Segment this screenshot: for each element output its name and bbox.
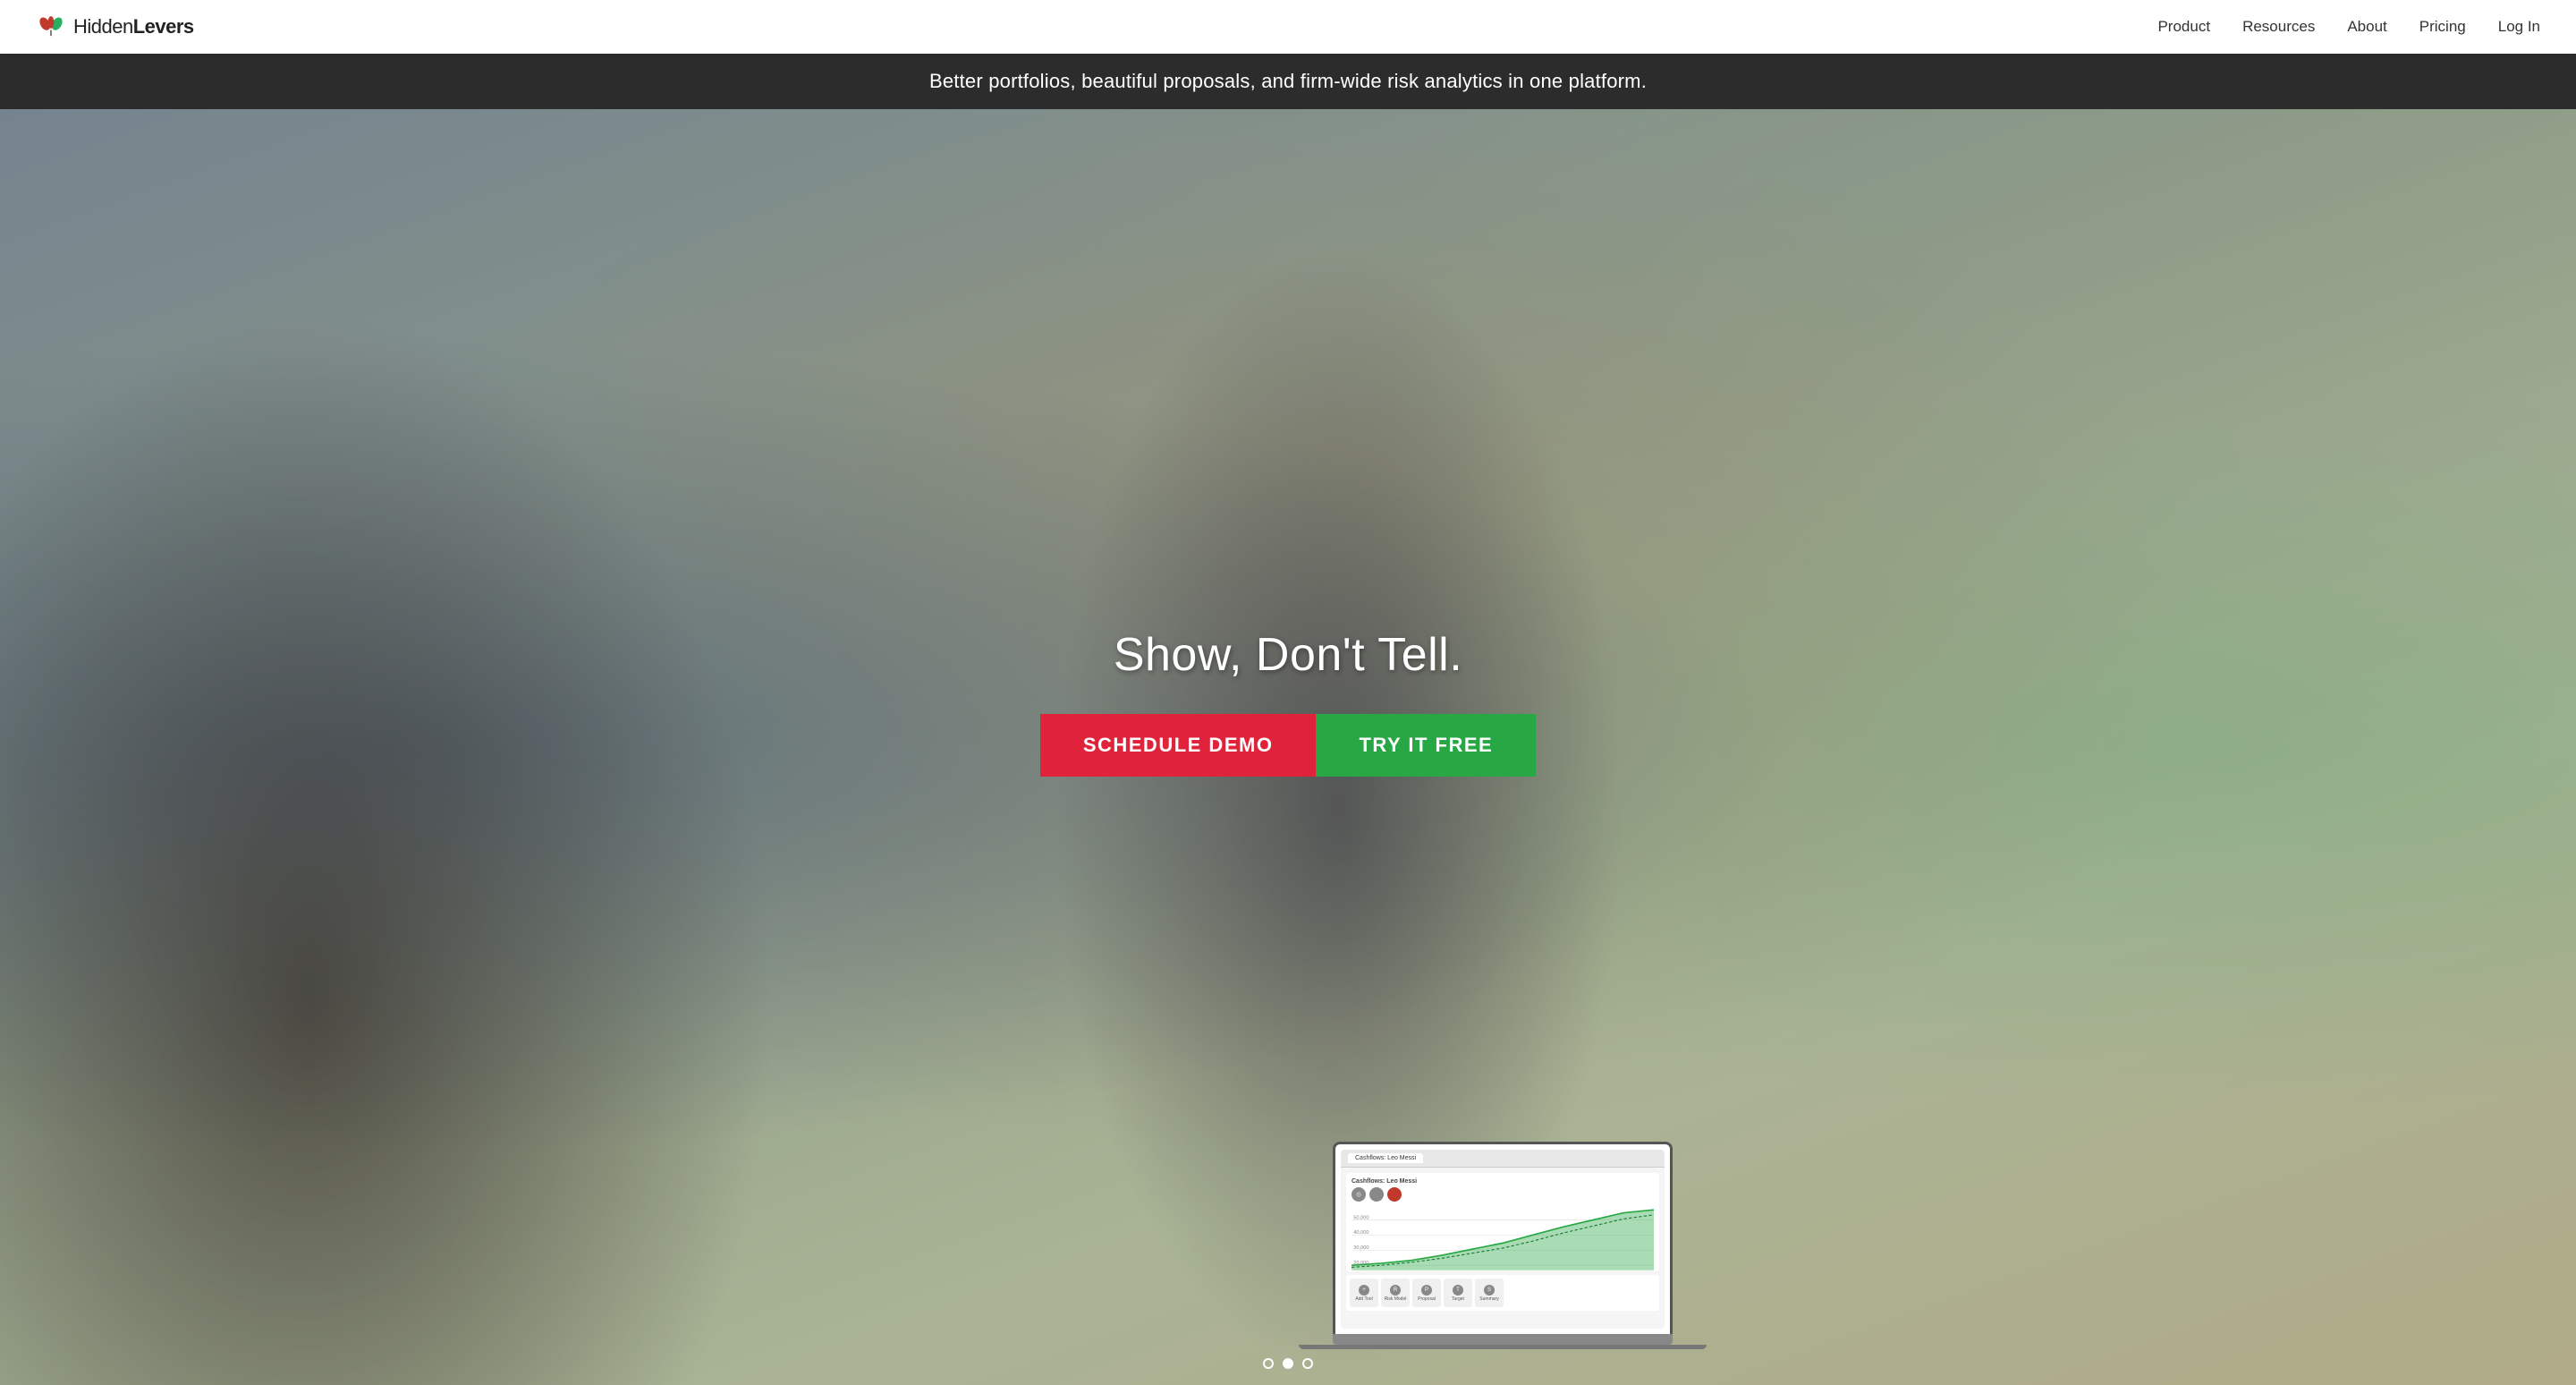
hero-buttons: SCHEDULE DEMO TRY IT FREE	[1040, 714, 1536, 777]
nav-item-pricing[interactable]: Pricing	[2419, 18, 2466, 36]
nav-link-product[interactable]: Product	[2157, 18, 2210, 35]
nav-link-pricing[interactable]: Pricing	[2419, 18, 2466, 35]
hero-section: Show, Don't Tell. SCHEDULE DEMO TRY IT F…	[0, 109, 2576, 1385]
schedule-demo-button[interactable]: SCHEDULE DEMO	[1040, 714, 1317, 777]
nav-link-resources[interactable]: Resources	[2242, 18, 2315, 35]
nav-link-login[interactable]: Log In	[2498, 18, 2540, 35]
nav-links: Product Resources About Pricing Log In	[2157, 18, 2540, 36]
announcement-bar: Better portfolios, beautiful proposals, …	[0, 54, 2576, 109]
hero-headline: Show, Don't Tell.	[1114, 628, 1462, 682]
try-it-free-button[interactable]: TRY IT FREE	[1316, 714, 1536, 777]
logo-text: HiddenLevers	[73, 15, 194, 38]
carousel-dot-2[interactable]	[1283, 1358, 1293, 1369]
nav-link-about[interactable]: About	[2347, 18, 2386, 35]
announcement-text: Better portfolios, beautiful proposals, …	[929, 70, 1647, 92]
nav-item-resources[interactable]: Resources	[2242, 18, 2315, 36]
carousel-dot-1[interactable]	[1263, 1358, 1274, 1369]
carousel-dot-3[interactable]	[1302, 1358, 1313, 1369]
logo-link[interactable]: HiddenLevers	[36, 12, 194, 42]
carousel-dots	[1263, 1358, 1313, 1369]
nav-item-about[interactable]: About	[2347, 18, 2386, 36]
nav-item-login[interactable]: Log In	[2498, 18, 2540, 36]
hero-content: Show, Don't Tell. SCHEDULE DEMO TRY IT F…	[0, 109, 2576, 1385]
nav-item-product[interactable]: Product	[2157, 18, 2210, 36]
navbar: HiddenLevers Product Resources About Pri…	[0, 0, 2576, 54]
logo-icon	[36, 12, 66, 42]
